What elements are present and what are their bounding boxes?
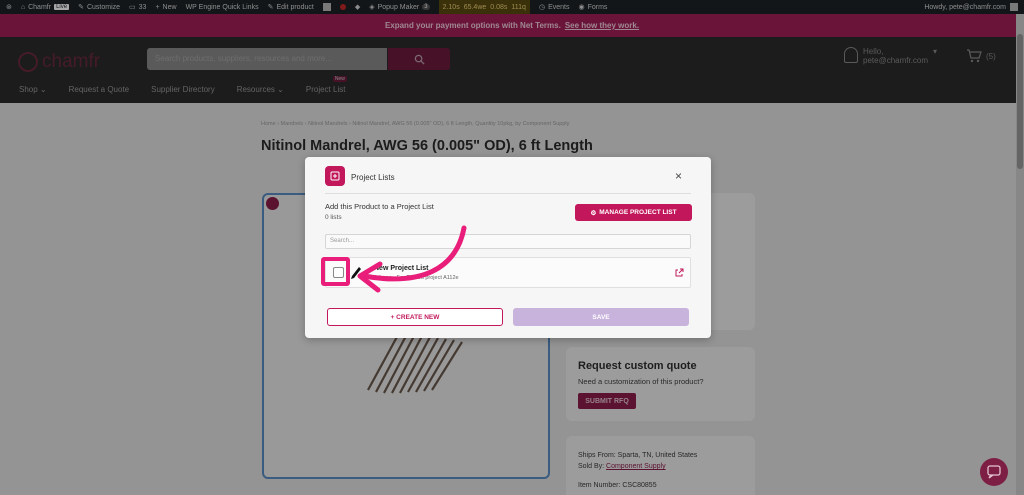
chat-launcher-button[interactable] [980,458,1008,486]
settings-icon: ⚙ [590,209,597,217]
page-root: ⊛ ⌂ Chamfr Live ✎ Customize ▭ 33 + New W… [0,0,1024,495]
chat-icon [987,465,1001,479]
modal-title: Project Lists [351,173,395,182]
modal-divider [325,193,691,194]
arrow-annotation-icon [357,225,467,293]
manage-button-label: MANAGE PROJECT LIST [599,209,677,216]
create-new-button[interactable]: + CREATE NEW [327,308,503,326]
add-to-list-heading: Add this Product to a Project List [325,202,434,211]
external-link-icon[interactable] [674,268,684,278]
save-button[interactable]: SAVE [513,308,689,326]
close-icon[interactable]: × [675,169,682,183]
manage-project-list-button[interactable]: ⚙ MANAGE PROJECT LIST [575,204,692,221]
project-list-icon [325,166,345,186]
